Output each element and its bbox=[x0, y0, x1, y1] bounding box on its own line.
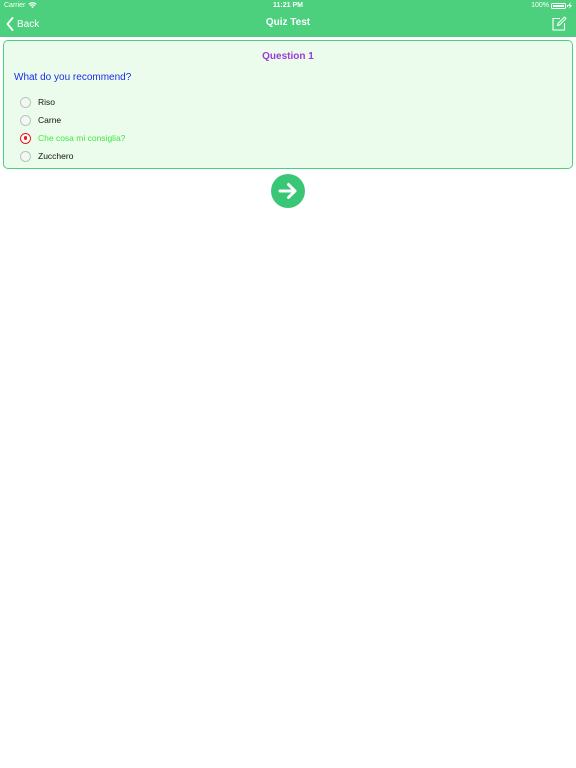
answer-option[interactable]: Che cosa mi consiglia? bbox=[20, 129, 125, 147]
app-screen: Carrier 11:21 PM 100% Back Quiz Test Que… bbox=[0, 0, 576, 768]
battery-percent: 100% bbox=[531, 2, 549, 9]
answer-option[interactable]: Zucchero bbox=[20, 147, 125, 165]
radio-button[interactable] bbox=[20, 114, 31, 126]
navigation-bar: Back Quiz Test bbox=[0, 12, 576, 37]
battery-icon bbox=[551, 2, 568, 9]
question-card: Question 1 What do you recommend? Riso C… bbox=[3, 40, 573, 169]
status-right: 100% bbox=[531, 2, 572, 9]
status-time: 11:21 PM bbox=[273, 2, 303, 9]
answer-option[interactable]: Carne bbox=[20, 111, 125, 129]
answer-option[interactable]: Riso bbox=[20, 93, 125, 111]
answer-options: Riso Carne Che cosa mi consiglia? Zucche… bbox=[20, 93, 125, 165]
answer-option-label: Che cosa mi consiglia? bbox=[38, 133, 126, 143]
question-text: What do you recommend? bbox=[14, 72, 132, 83]
page-title: Quiz Test bbox=[265, 17, 311, 28]
answer-option-label: Zucchero bbox=[38, 151, 74, 161]
edit-button[interactable] bbox=[551, 16, 567, 32]
answer-option-label: Riso bbox=[38, 97, 56, 107]
radio-button[interactable] bbox=[20, 96, 31, 108]
question-number: Question 1 bbox=[262, 51, 314, 62]
status-bar: Carrier 11:21 PM 100% bbox=[0, 0, 576, 12]
arrow-right-icon bbox=[278, 183, 297, 199]
next-button[interactable] bbox=[271, 174, 305, 208]
answer-option-label: Carne bbox=[38, 115, 62, 125]
battery-level bbox=[553, 4, 564, 7]
radio-button[interactable] bbox=[20, 150, 31, 162]
radio-button[interactable] bbox=[20, 132, 31, 144]
top-bar: Carrier 11:21 PM 100% Back Quiz Test bbox=[0, 0, 576, 37]
edit-icon bbox=[552, 16, 567, 31]
charging-icon bbox=[568, 2, 572, 9]
